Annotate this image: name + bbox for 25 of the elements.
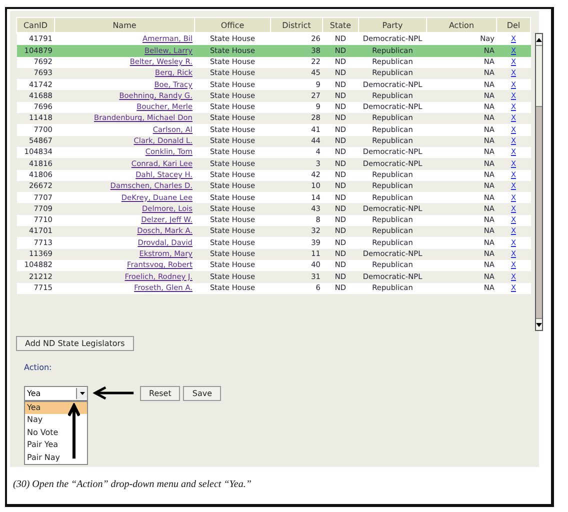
column-header[interactable]: Action bbox=[426, 18, 496, 33]
reset-button[interactable]: Reset bbox=[140, 386, 180, 400]
column-header[interactable]: Office bbox=[194, 18, 270, 33]
column-header[interactable]: Party bbox=[358, 18, 426, 33]
action-label: Action: bbox=[24, 363, 53, 372]
column-header[interactable]: CanID bbox=[16, 18, 54, 33]
dropdown-option[interactable]: No Vote bbox=[25, 426, 87, 439]
dropdown-option[interactable]: Pair Nay bbox=[25, 452, 87, 464]
column-header[interactable]: Name bbox=[54, 18, 194, 33]
up-arrow-icon bbox=[536, 38, 542, 42]
up-pointer-arrow bbox=[68, 402, 80, 460]
dropdown-option[interactable]: Nay bbox=[25, 414, 87, 426]
dropdown-option[interactable]: Yea bbox=[25, 402, 87, 414]
column-header[interactable]: District bbox=[270, 18, 322, 33]
save-button[interactable]: Save bbox=[183, 386, 221, 400]
figure-caption: (30) Open the “Action” drop-down menu and select “Yea.” bbox=[12, 478, 252, 492]
caret-icon bbox=[80, 392, 84, 394]
column-header[interactable]: Del bbox=[496, 18, 530, 33]
dropdown-option[interactable]: Pair Yea bbox=[25, 439, 87, 452]
left-pointer-arrow bbox=[93, 385, 135, 401]
scroll-bar[interactable] bbox=[535, 33, 543, 331]
add-legislators-button[interactable]: Add ND State Legislators bbox=[16, 336, 134, 351]
down-arrow-icon bbox=[536, 322, 542, 326]
column-header[interactable]: State bbox=[322, 18, 358, 33]
action-select[interactable]: Yea bbox=[24, 386, 88, 400]
